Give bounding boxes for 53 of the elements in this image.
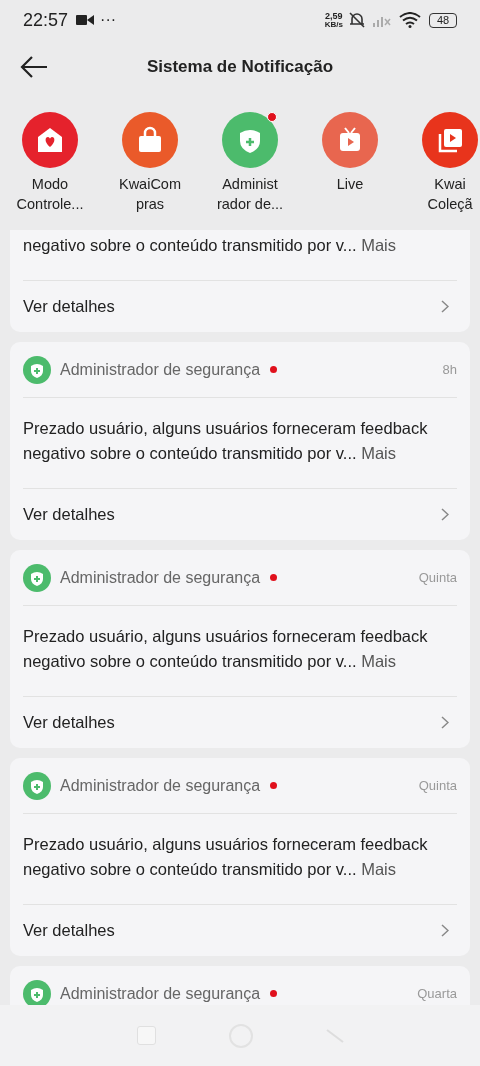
category-label: KwaiCom pras (118, 175, 181, 214)
details-label: Ver detalhes (23, 712, 115, 734)
notification-message: Prezado usuário, alguns usuários forneceram feedback negativo sobre o conteúdo transmitido por v... Mais (23, 814, 457, 905)
category-label: Kwai Coleçã (427, 175, 473, 214)
shield-avatar-icon (23, 355, 51, 384)
sender-name: Administrador de segurança (60, 567, 261, 588)
shield-avatar-icon (23, 563, 51, 592)
details-label: Ver detalhes (23, 296, 115, 318)
more-link[interactable]: Mais (361, 444, 396, 462)
timestamp: Quinta (418, 568, 457, 587)
details-label: Ver detalhes (23, 504, 115, 526)
notification-message: Prezado usuário, alguns usuários forneceram feedback negativo sobre o conteúdo transmitido por v... Mais (23, 606, 457, 697)
category-label: Administ rador de... (216, 175, 284, 214)
speed-unit: KB/s (324, 20, 343, 29)
more-indicator: ··· (100, 10, 117, 30)
more-link[interactable]: Mais (361, 652, 396, 670)
category-label: Modo Controle... (16, 175, 84, 214)
network-speed: 2,59 (325, 11, 343, 21)
category-item[interactable]: KwaiCom pras (100, 112, 200, 230)
category-item[interactable]: Kwai Coleçã (400, 112, 480, 230)
clock: 22:57 (23, 8, 69, 32)
timestamp: Quinta (418, 776, 457, 795)
muted-bell-icon (347, 11, 367, 29)
shield-avatar-icon (23, 771, 51, 800)
notification-message: Prezado usuário, alguns usuários forneceram feedback negativo sobre o conteúdo transmitido por v... Mais (23, 398, 457, 489)
page-title: Sistema de Notificação (146, 56, 334, 79)
wifi-icon (399, 12, 421, 28)
chevron-right-icon (441, 716, 449, 729)
more-link[interactable]: Mais (361, 236, 396, 254)
camera-icon (76, 14, 95, 26)
chevron-right-icon (441, 924, 449, 937)
timestamp: 8h (442, 360, 457, 379)
details-label: Ver detalhes (23, 920, 115, 942)
timestamp: Quarta (417, 984, 457, 1003)
category-label: Live (336, 175, 364, 194)
more-link[interactable]: Mais (361, 860, 396, 878)
details-row[interactable]: Ver detalhes (23, 905, 457, 956)
back-button[interactable] (18, 54, 50, 80)
category-item[interactable]: Live (300, 112, 400, 230)
sender-name: Administrador de segurança (60, 359, 261, 380)
house-heart-icon (35, 125, 65, 155)
details-row[interactable]: Ver detalhes (23, 281, 457, 332)
category-item[interactable]: Modo Controle... (0, 112, 100, 230)
chevron-right-icon (441, 508, 449, 521)
notification-message: negativo sobre o conteúdo transmitido por v... Mais (23, 233, 457, 281)
category-item[interactable]: Administ rador de... (200, 112, 300, 230)
chevron-right-icon (441, 300, 449, 313)
battery-indicator: 48 (429, 12, 457, 28)
details-row[interactable]: Ver detalhes (23, 489, 457, 540)
back-arrow-icon (20, 56, 48, 78)
sender-name: Administrador de segurança (60, 775, 261, 796)
sender-name: Administrador de segurança (60, 983, 261, 1004)
details-row[interactable]: Ver detalhes (23, 697, 457, 748)
